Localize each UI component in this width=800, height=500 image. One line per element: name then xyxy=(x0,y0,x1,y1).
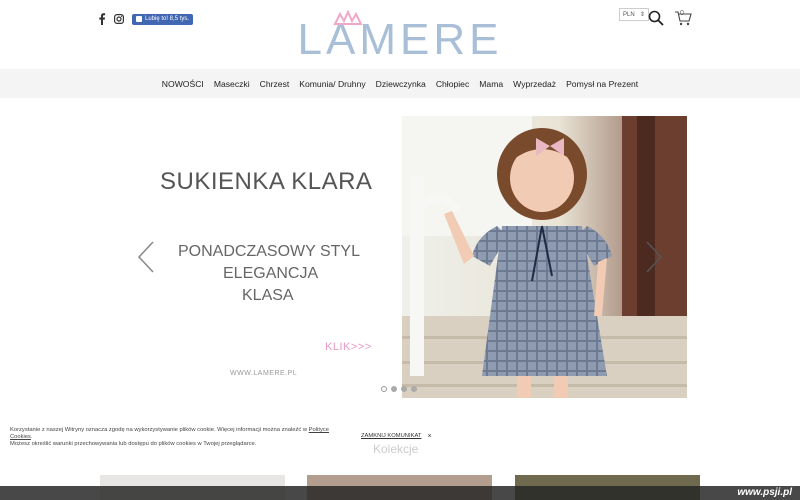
site-logo[interactable]: LAMERE xyxy=(298,9,500,64)
slider-dot-2[interactable] xyxy=(391,386,397,392)
slider-dot-4[interactable] xyxy=(411,386,417,392)
hero-slider: SUKIENKA KLARA PONADCZASOWY STYL ELEGANC… xyxy=(0,98,800,408)
nav-item-dziewczynka[interactable]: Dziewczynka xyxy=(376,79,426,89)
facebook-like-button[interactable]: Lubię to! 8,5 tys. xyxy=(132,13,194,25)
select-arrows-icon: ⇕ xyxy=(639,12,645,18)
watermark-text: www.psji.pl xyxy=(737,487,792,498)
like-button-label: Lubię to! 8,5 tys. xyxy=(145,15,190,22)
thumbs-up-icon xyxy=(136,16,142,22)
chevron-left-icon[interactable] xyxy=(136,240,156,274)
lamere-logo-icon: LAMERE xyxy=(298,9,500,64)
currency-value: PLN xyxy=(623,11,635,18)
facebook-icon[interactable] xyxy=(98,13,106,25)
chevron-right-icon[interactable] xyxy=(644,240,664,274)
svg-text:LAMERE: LAMERE xyxy=(300,15,500,60)
nav-item-wyprzedaz[interactable]: Wyprzedaż xyxy=(513,79,556,89)
nav-item-maseczki[interactable]: Maseczki xyxy=(214,79,250,89)
cookie-text-1: Korzystanie z naszej Witryny oznacza zgo… xyxy=(10,427,308,433)
site-header: Lubię to! 8,5 tys. LAMERE PLN ⇕ 0 xyxy=(0,0,800,69)
nav-item-komunia[interactable]: Komunia/ Druhny xyxy=(299,79,365,89)
main-nav: NOWOŚCI Maseczki Chrzest Komunia/ Druhny… xyxy=(0,69,800,98)
nav-item-prezent[interactable]: Pomysł na Prezent xyxy=(566,79,638,89)
nav-item-chlopiec[interactable]: Chłopiec xyxy=(436,79,469,89)
hero-site-url: WWW.LAMERE.PL xyxy=(230,370,298,377)
cookie-text: Korzystanie z naszej Witryny oznacza zgo… xyxy=(10,427,329,447)
cookie-close-label: ZAMKNIJ KOMUNIKAT xyxy=(361,433,422,439)
slider-dots xyxy=(381,386,417,392)
tagline-line-2: ELEGANCJA xyxy=(223,265,319,282)
slider-dot-3[interactable] xyxy=(401,386,407,392)
section-title-kolekcje: Kolekcje xyxy=(373,442,419,456)
cart-count: 0 xyxy=(680,10,684,17)
social-links: Lubię to! 8,5 tys. xyxy=(98,13,194,25)
hero-tagline: PONADCZASOWY STYL ELEGANCJA KLASA xyxy=(178,241,360,307)
nav-item-mama[interactable]: Mama xyxy=(479,79,503,89)
search-icon[interactable] xyxy=(648,10,664,26)
hero-title: SUKIENKA KLARA xyxy=(160,168,373,195)
cookie-close-button[interactable]: ZAMKNIJ KOMUNIKAT × xyxy=(361,433,432,440)
tagline-line-1: PONADCZASOWY STYL xyxy=(178,243,360,260)
slider-dot-1[interactable] xyxy=(381,386,387,392)
cookie-text-2: Możesz określić warunki przechowywania l… xyxy=(10,441,257,447)
currency-select[interactable]: PLN ⇕ xyxy=(619,8,649,21)
nav-item-nowosci[interactable]: NOWOŚCI xyxy=(162,79,204,89)
watermark-bar xyxy=(0,486,800,500)
instagram-icon[interactable] xyxy=(114,14,124,24)
hero-cta-link[interactable]: KLIK>>> xyxy=(325,341,372,353)
tagline-line-3: KLASA xyxy=(242,287,294,304)
nav-item-chrzest[interactable]: Chrzest xyxy=(260,79,290,89)
close-icon: × xyxy=(427,433,432,440)
